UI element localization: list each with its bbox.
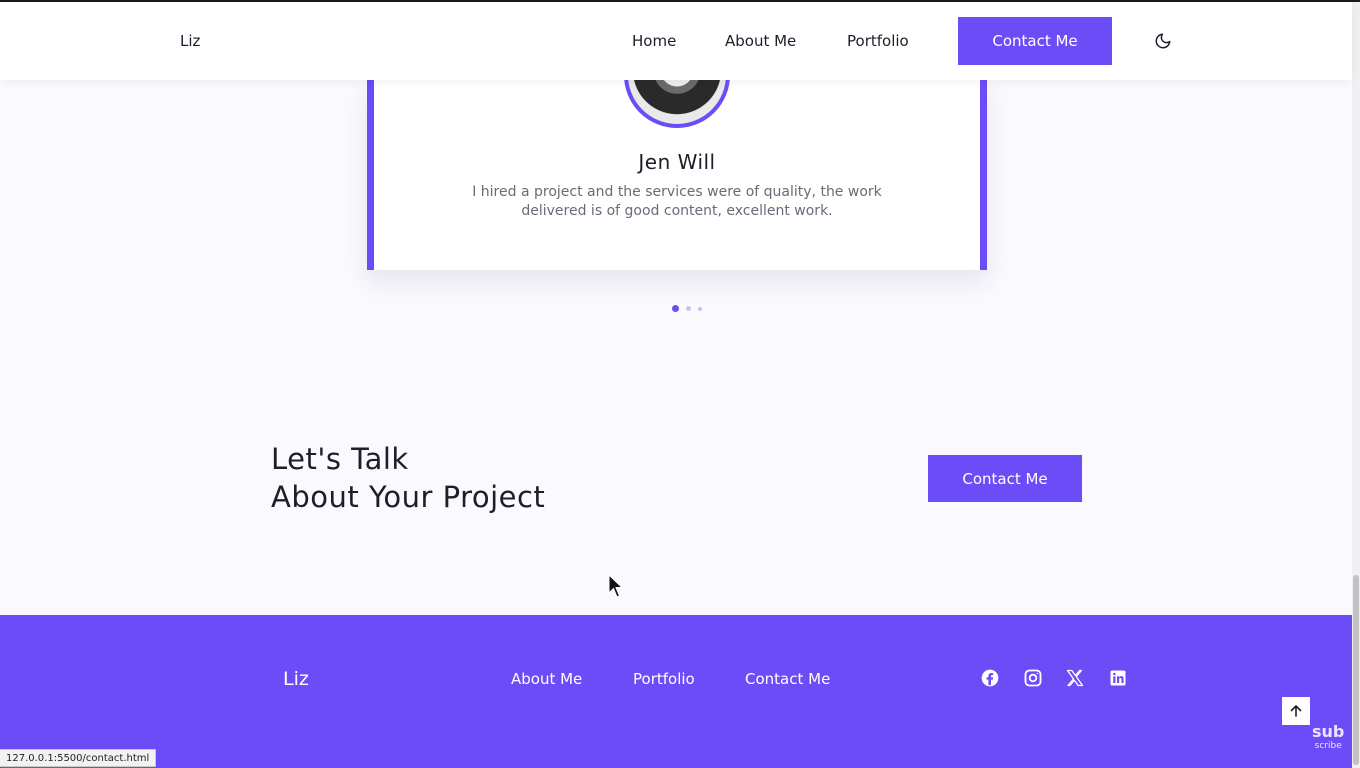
mouse-pointer-icon <box>608 574 624 598</box>
footer-logo[interactable]: Liz <box>283 668 309 690</box>
carousel-dot-2[interactable] <box>686 306 691 311</box>
nav-portfolio-link[interactable]: Portfolio <box>847 32 909 50</box>
scrollbar-thumb[interactable] <box>1353 575 1359 765</box>
site-footer: Liz About Me Portfolio Contact Me sub sc… <box>0 615 1352 768</box>
moon-icon[interactable] <box>1154 32 1172 50</box>
subscribe-badge: sub scribe <box>1312 724 1344 752</box>
instagram-icon[interactable] <box>1023 668 1043 688</box>
footer-portfolio-link[interactable]: Portfolio <box>633 670 695 688</box>
carousel-dot-1[interactable] <box>672 305 679 312</box>
footer-contact-link[interactable]: Contact Me <box>745 670 830 688</box>
x-icon[interactable] <box>1065 668 1085 688</box>
nav-home-link[interactable]: Home <box>632 32 676 50</box>
cta-contact-button[interactable]: Contact Me <box>928 455 1082 502</box>
header-contact-button[interactable]: Contact Me <box>958 17 1112 65</box>
subscribe-badge-line2: scribe <box>1314 741 1342 751</box>
footer-about-link[interactable]: About Me <box>511 670 582 688</box>
nav-about-link[interactable]: About Me <box>725 32 796 50</box>
facebook-icon[interactable] <box>980 668 1000 688</box>
review-text: I hired a project and the services were … <box>472 184 882 219</box>
header-logo[interactable]: Liz <box>180 32 200 50</box>
page-scrollbar[interactable] <box>1352 2 1360 768</box>
carousel-pagination <box>672 305 702 312</box>
carousel-dot-3[interactable] <box>698 306 702 311</box>
status-bar-url: 127.0.0.1:5500/contact.html <box>0 749 157 767</box>
subscribe-badge-line1: sub <box>1312 722 1345 741</box>
linkedin-icon[interactable] <box>1108 668 1128 688</box>
arrow-up-icon <box>1290 705 1302 717</box>
site-header: Liz Home About Me Portfolio Contact Me <box>0 2 1352 80</box>
cta-heading: Let's Talk About Your Project <box>271 440 545 516</box>
cta-heading-line1: Let's Talk <box>271 442 409 476</box>
cta-heading-line2: About Your Project <box>271 480 546 514</box>
reviewer-name: Jen Will <box>638 150 716 174</box>
back-to-top-button[interactable] <box>1282 697 1310 725</box>
